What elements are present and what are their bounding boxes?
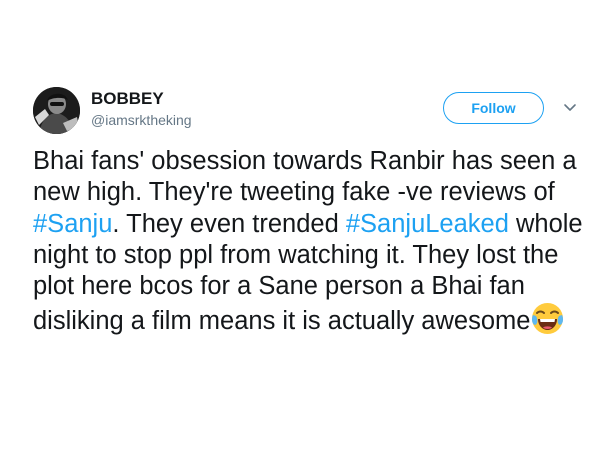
chevron-down-icon[interactable] [561,100,579,116]
display-name[interactable]: BOBBEY [91,89,164,109]
laughing-emoji-icon [531,302,564,335]
avatar-image [33,87,80,134]
hashtag-link[interactable]: #Sanju [33,210,112,238]
avatar[interactable] [33,87,80,134]
tweet-text-part: Bhai fans' obsession towards Ranbir has … [33,147,577,207]
tweet-card: BOBBEY @iamsrktheking Follow Bhai fans' … [0,0,600,450]
user-handle[interactable]: @iamsrktheking [91,112,192,128]
tweet-text-part: . They even trended [112,209,346,238]
hashtag-link[interactable]: #SanjuLeaked [346,210,509,238]
follow-button[interactable]: Follow [443,92,544,124]
tweet-text: Bhai fans' obsession towards Ranbir has … [33,146,589,338]
